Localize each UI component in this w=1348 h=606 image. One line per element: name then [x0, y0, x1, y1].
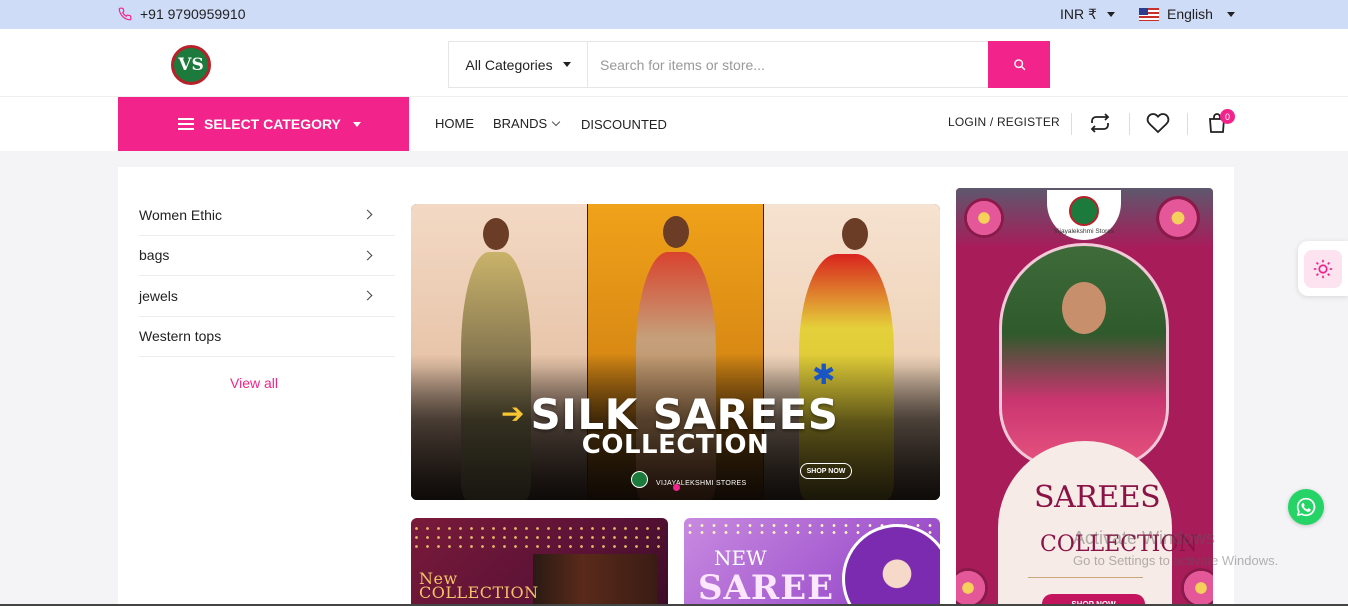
os-watermark-subtitle: Go to Settings to activate Windows. — [1073, 553, 1279, 568]
hero-banner[interactable]: ➔ ✱ SILK SAREES COLLECTION VIJAYALEKSHMI… — [411, 204, 940, 500]
hero-subtitle: COLLECTION — [581, 430, 770, 460]
select-category-label: SELECT CATEGORY — [204, 116, 341, 132]
store-logo[interactable]: VS — [171, 45, 211, 85]
chevron-right-icon — [362, 250, 373, 261]
sidebar-item-women-ethic[interactable]: Women Ethic — [139, 195, 395, 236]
model-head — [483, 218, 509, 250]
nav-discounted[interactable]: DISCOUNTED — [581, 117, 667, 132]
sidebar-item-bags[interactable]: bags — [139, 236, 395, 276]
sidebar-item-jewels[interactable]: jewels — [139, 276, 395, 317]
promo-line-2: COLLECTION — [419, 583, 539, 602]
promo-line-2: SAREE — [698, 568, 835, 606]
nav-brands[interactable]: BRANDS — [493, 116, 561, 131]
sidebar-item-western-tops[interactable]: Western tops — [139, 317, 395, 357]
logo-mark-icon — [1069, 196, 1099, 226]
chevron-down-icon — [551, 117, 561, 126]
sidebar-item-label: Western tops — [139, 328, 222, 345]
nav-home-label: HOME — [435, 116, 474, 131]
hero-shop-now-button[interactable]: SHOP NOW — [800, 463, 852, 479]
hero-brand: VIJAYALEKSHMI STORES — [656, 480, 747, 487]
model-head — [842, 218, 868, 250]
sidebar-item-label: Women Ethic — [139, 206, 222, 223]
logo-mark: VS — [178, 55, 204, 75]
promo-banner-new-saree[interactable]: NEW SAREE — [684, 518, 940, 606]
promo-photo — [533, 554, 657, 606]
promo-photo — [842, 524, 940, 606]
sidebar-item-label: jewels — [139, 287, 178, 304]
sidebar-item-label: bags — [139, 247, 170, 264]
view-all-link[interactable]: View all — [230, 375, 278, 391]
category-dropdown[interactable]: All Categories — [449, 42, 588, 87]
search-button[interactable] — [988, 41, 1050, 88]
phone-icon — [118, 7, 132, 21]
search-input[interactable] — [589, 42, 987, 87]
cart-count-badge: 0 — [1220, 109, 1235, 124]
os-watermark-title: Activate Windows — [1073, 528, 1216, 548]
banner-text-card — [998, 441, 1172, 606]
us-flag-icon — [1139, 7, 1159, 21]
store-name: Vijayalekshmi Stores — [1053, 228, 1115, 235]
site-header: VS All Categories — [0, 29, 1348, 97]
select-category-button[interactable]: SELECT CATEGORY — [118, 97, 409, 151]
caret-down-icon — [1106, 12, 1115, 17]
chevron-right-icon — [362, 290, 373, 301]
nav-brands-label: BRANDS — [493, 116, 548, 131]
login-register-link[interactable]: LOGIN / REGISTER — [948, 115, 1060, 129]
caret-down-icon — [1226, 11, 1235, 17]
search-icon — [1013, 59, 1025, 71]
carousel-indicator[interactable] — [673, 484, 680, 491]
main-nav: SELECT CATEGORY HOME BRANDS DISCOUNTED L… — [0, 97, 1348, 151]
asterisk-icon: ✱ — [812, 359, 836, 390]
model-photo — [999, 243, 1169, 468]
language-label: English — [1167, 6, 1213, 22]
promo-banner-new-collection[interactable]: New COLLECTION — [411, 518, 668, 606]
sun-icon — [1313, 259, 1333, 278]
divider — [1071, 113, 1072, 135]
flower-decoration — [964, 198, 1004, 238]
top-bar: +91 9790959910 INR ₹ English — [0, 0, 1348, 29]
compare-icon[interactable] — [1088, 111, 1112, 135]
category-dropdown-label: All Categories — [465, 56, 553, 73]
divider — [1129, 113, 1130, 135]
divider — [1028, 577, 1143, 578]
currency-selector[interactable]: INR ₹ — [1060, 6, 1115, 23]
store-badge: Vijayalekshmi Stores — [1047, 190, 1121, 240]
language-selector[interactable]: English — [1139, 6, 1235, 22]
caret-down-icon — [562, 62, 571, 67]
whatsapp-icon — [1296, 497, 1316, 517]
nav-home[interactable]: HOME — [435, 116, 474, 131]
flower-decoration — [956, 568, 988, 606]
phone-number: +91 9790959910 — [140, 6, 246, 22]
flower-decoration — [1181, 568, 1213, 606]
promo-line-1: NEW — [714, 546, 767, 570]
theme-toggle-button[interactable] — [1298, 241, 1348, 296]
heart-icon[interactable] — [1146, 111, 1170, 135]
divider — [1187, 113, 1188, 135]
model-head — [663, 216, 689, 248]
theme-toggle-inner — [1304, 249, 1342, 288]
category-sidebar: Women Ethic bags jewels Western tops — [139, 195, 395, 357]
whatsapp-chat-button[interactable] — [1288, 489, 1324, 525]
side-banner-title: SAREES — [1034, 480, 1161, 515]
menu-icon — [178, 118, 194, 130]
brand-logo-icon — [631, 471, 648, 488]
phone-contact[interactable]: +91 9790959910 — [118, 6, 246, 22]
currency-label: INR ₹ — [1060, 6, 1097, 22]
string-lights-decoration — [411, 524, 668, 554]
search-bar: All Categories — [448, 41, 1050, 88]
flower-decoration — [1156, 196, 1200, 240]
nav-discounted-label: DISCOUNTED — [581, 117, 667, 132]
model-face — [1062, 282, 1106, 334]
chevron-right-icon — [362, 209, 373, 220]
promo-banner-text: New COLLECTION — [419, 571, 539, 602]
caret-down-icon — [352, 121, 361, 127]
